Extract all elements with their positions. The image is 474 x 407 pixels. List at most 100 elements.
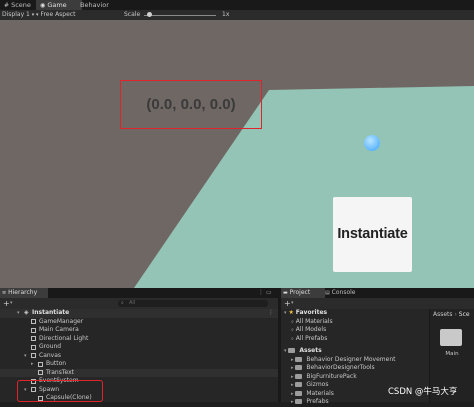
more-options-icon[interactable]: ⋮ xyxy=(258,288,264,298)
collapsed-arrow-icon: ▸ xyxy=(291,356,294,363)
search-icon: ⌕ xyxy=(291,327,294,333)
gameobject-icon xyxy=(31,336,36,342)
display-value: Display 1 xyxy=(2,11,30,18)
project-tabbar: ▬ Project ▤ Console xyxy=(281,288,474,298)
hierarchy-item-label: Button xyxy=(46,360,67,367)
asset-folder-label: Gizmos xyxy=(306,381,329,388)
search-icon: ⌕ xyxy=(121,300,124,306)
hierarchy-search-input[interactable]: ⌕ All xyxy=(118,300,268,307)
hierarchy-item-label: Directional Light xyxy=(39,334,89,342)
game-toolbar: Display 1 ▾ ▾ Free Aspect Scale 1x xyxy=(0,10,474,20)
favorites-item-label: All Prefabs xyxy=(295,334,328,342)
folder-icon xyxy=(295,356,303,362)
hierarchy-panel: ≡ Hierarchy ⋮ ▭ + ▾ ⌕ All ▾ ◈ Instantiat… xyxy=(0,288,278,402)
scale-value: 1x xyxy=(222,11,230,18)
search-placeholder: All xyxy=(129,300,136,306)
tab-project-label: Project xyxy=(289,289,311,296)
add-button[interactable]: + xyxy=(3,298,10,309)
breadcrumb-item[interactable]: Sce xyxy=(459,311,470,318)
collapsed-arrow-icon: ▸ xyxy=(291,373,294,380)
lock-icon[interactable]: ▭ xyxy=(266,288,272,298)
tab-game-label: Game xyxy=(47,1,67,9)
favorites-item[interactable]: ⌕ All Models xyxy=(291,326,326,335)
search-icon: ⌕ xyxy=(291,318,294,325)
gameobject-icon xyxy=(38,361,43,367)
asset-grid-item-label: Main xyxy=(445,351,459,357)
hierarchy-item-label: TransText xyxy=(46,368,74,376)
gameobject-icon xyxy=(31,327,36,333)
hierarchy-item-label: Ground xyxy=(39,343,62,350)
search-icon: ⌕ xyxy=(291,335,294,342)
hierarchy-item-gamemanager[interactable]: GameManager xyxy=(0,318,278,327)
breadcrumb-item[interactable]: Assets xyxy=(433,311,453,318)
instantiate-button[interactable]: Instantiate xyxy=(333,197,412,272)
assets-label: Assets xyxy=(299,347,322,354)
asset-folder-row[interactable]: ▸ BigFurniturePack xyxy=(291,373,357,382)
folder-icon xyxy=(295,382,303,387)
breadcrumb: Assets › Sce xyxy=(433,311,470,319)
spawn-highlight-box xyxy=(17,380,103,402)
gameobject-icon xyxy=(38,370,43,376)
hierarchy-item-transtext[interactable]: TransText xyxy=(0,368,278,377)
favorites-item-label: All Models xyxy=(295,326,327,333)
asset-folder-row[interactable]: ▸ BehaviorDesignerTools xyxy=(291,364,375,373)
hierarchy-tabbar: ≡ Hierarchy ⋮ ▭ xyxy=(0,288,278,298)
aspect-value: Free Aspect xyxy=(40,11,76,18)
chevron-down-icon: ▾ xyxy=(31,12,35,18)
asset-grid-item[interactable]: Main xyxy=(440,329,464,365)
hierarchy-item-canvas[interactable]: ▾ Canvas xyxy=(0,352,278,361)
hierarchy-toolbar: + ▾ ⌕ All xyxy=(0,298,278,309)
collapsed-arrow-icon: ▸ xyxy=(291,390,294,397)
folder-icon: ▬ xyxy=(283,290,288,296)
game-view[interactable]: (0.0, 0.0, 0.0) Instantiate xyxy=(0,20,474,288)
tab-scene-label: Scene xyxy=(11,1,31,9)
asset-folder-label: BehaviorDesignerTools xyxy=(306,364,375,371)
more-options-icon[interactable]: ⋮ xyxy=(268,309,274,318)
star-icon: ★ xyxy=(288,309,294,316)
assets-root-row[interactable]: ▾ Assets xyxy=(284,347,322,356)
tab-console-label: Console xyxy=(331,289,356,296)
asset-folder-label: Behavior Designer Movement xyxy=(306,355,396,363)
editor-tab-bar: # Scene ◉ Game Behavior Designer xyxy=(0,0,474,19)
hierarchy-item-directional-light[interactable]: Directional Light xyxy=(0,335,278,344)
expand-arrow-icon[interactable]: ▾ xyxy=(24,352,27,361)
display-dropdown[interactable]: Display 1 ▾ xyxy=(2,10,34,20)
console-icon: ▤ xyxy=(325,290,330,296)
add-button[interactable]: + xyxy=(284,298,291,309)
collapsed-arrow-icon: ▸ xyxy=(291,399,294,405)
favorites-item[interactable]: ⌕ All Materials xyxy=(291,318,333,327)
hierarchy-item-main-camera[interactable]: Main Camera xyxy=(0,326,278,335)
expand-arrow-icon: ▾ xyxy=(284,310,287,316)
favorites-item[interactable]: ⌕ All Prefabs xyxy=(291,335,327,344)
scale-slider-track xyxy=(144,14,216,16)
hierarchy-item-ground[interactable]: Ground xyxy=(0,343,278,352)
asset-folder-label: BigFurniturePack xyxy=(306,372,357,380)
tab-console[interactable]: ▤ Console xyxy=(325,288,365,298)
sphere-object xyxy=(364,135,380,151)
tab-behavior-designer[interactable]: Behavior Designer xyxy=(76,0,144,19)
scene-name: Instantiate xyxy=(32,309,70,316)
watermark: CSDN @牛马大亨 xyxy=(388,387,458,397)
coordinates-text: (0.0, 0.0, 0.0) xyxy=(146,96,236,113)
hierarchy-item-label: Canvas xyxy=(39,351,62,359)
hierarchy-item-button[interactable]: ▸ Button xyxy=(0,360,278,369)
chevron-down-icon[interactable]: ▾ xyxy=(291,298,294,309)
collapsed-arrow-icon[interactable]: ▸ xyxy=(31,360,34,369)
folder-icon xyxy=(295,373,303,379)
scale-slider[interactable] xyxy=(144,10,216,20)
aspect-dropdown[interactable]: ▾ Free Aspect xyxy=(36,10,75,20)
scene-root-row[interactable]: ▾ ◈ Instantiate ⋮ xyxy=(0,309,278,318)
chevron-down-icon[interactable]: ▾ xyxy=(10,298,13,309)
asset-folder-row[interactable]: ▸ Behavior Designer Movement xyxy=(291,356,395,365)
asset-folder-row[interactable]: ▸ Prefabs xyxy=(291,398,329,407)
scale-slider-thumb[interactable] xyxy=(147,12,153,17)
asset-folder-row[interactable]: ▸ Gizmos xyxy=(291,381,328,390)
expand-arrow-icon: ▾ xyxy=(17,310,20,316)
tab-project[interactable]: ▬ Project xyxy=(281,288,325,298)
favorites-label: Favorites xyxy=(295,309,328,316)
favorites-row[interactable]: ▾ ★ Favorites xyxy=(284,309,327,318)
asset-folder-row[interactable]: ▸ Materials xyxy=(291,390,334,399)
tab-hierarchy[interactable]: ≡ Hierarchy xyxy=(0,288,48,298)
expand-arrow-icon: ▾ xyxy=(284,348,287,354)
collapsed-arrow-icon: ▸ xyxy=(291,382,294,388)
